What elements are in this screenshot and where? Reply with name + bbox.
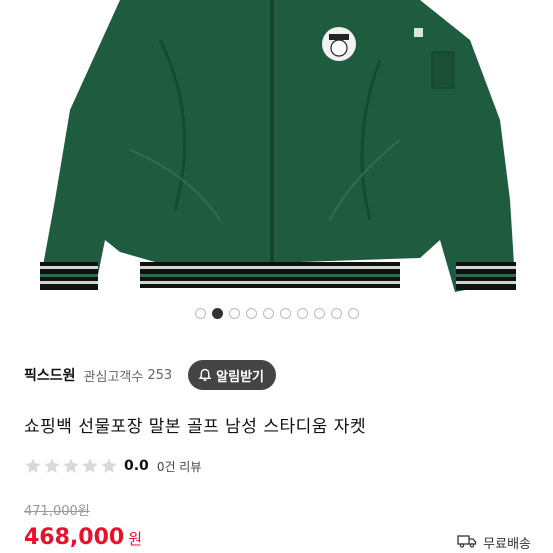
- seller-name[interactable]: 픽스드원: [24, 365, 76, 385]
- sale-price-amount: 468,000: [24, 525, 125, 550]
- interest-count: 253: [147, 367, 173, 383]
- carousel-dot[interactable]: [262, 308, 274, 319]
- seller-row: 픽스드원 관심고객수 253 알림받기: [24, 360, 529, 390]
- alarm-button-label: 알림받기: [216, 369, 265, 385]
- rating-stars: [24, 457, 118, 475]
- product-title: 쇼핑백 선물포장 말본 골프 남성 스타디움 자켓: [24, 417, 367, 437]
- carousel-dot[interactable]: [330, 308, 342, 319]
- original-price: 471,000원: [24, 504, 90, 519]
- carousel-dot[interactable]: [279, 308, 291, 319]
- carousel-dot[interactable]: [245, 308, 257, 319]
- review-count[interactable]: 0건 리뷰: [157, 458, 202, 475]
- bell-icon: [198, 368, 212, 382]
- truck-icon: [457, 534, 477, 552]
- sale-price: 468,000 원: [24, 525, 142, 550]
- jacket-image: [40, 0, 516, 292]
- carousel-dot[interactable]: [347, 308, 359, 319]
- rating-score: 0.0: [124, 458, 149, 474]
- carousel-dot[interactable]: [313, 308, 325, 319]
- carousel-dot[interactable]: [228, 308, 240, 319]
- star-icon: [82, 458, 98, 473]
- alarm-button[interactable]: 알림받기: [188, 360, 277, 390]
- product-image[interactable]: [0, 0, 553, 298]
- shipping-label: 무료배송: [483, 537, 531, 552]
- interest-label: 관심고객수: [83, 369, 144, 385]
- carousel-indicator[interactable]: [0, 308, 553, 319]
- star-icon: [101, 458, 117, 473]
- rating-row[interactable]: 0.0 0건 리뷰: [24, 457, 201, 475]
- star-icon: [63, 458, 79, 473]
- sale-price-unit: 원: [128, 530, 143, 548]
- star-icon: [44, 458, 60, 473]
- shipping-info: 무료배송: [457, 533, 531, 552]
- carousel-dot[interactable]: [211, 308, 223, 319]
- star-icon: [25, 458, 41, 473]
- carousel-dot[interactable]: [296, 308, 308, 319]
- carousel-dot[interactable]: [194, 308, 206, 319]
